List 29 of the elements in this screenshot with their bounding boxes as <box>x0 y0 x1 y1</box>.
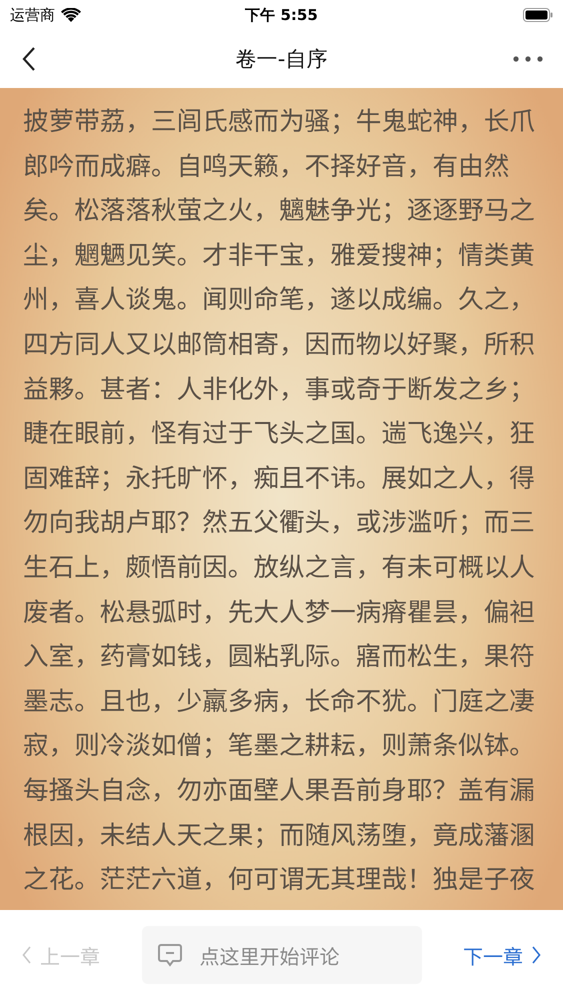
wifi-icon <box>61 8 81 22</box>
text-line: 墨志。且也，少羸多病，长命不犹。门庭之凄 <box>23 680 536 720</box>
text-line: 根因，未结人天之果；而随风荡堕，竟成藩溷 <box>23 814 536 854</box>
text-line: 睫在眼前，怪有过于飞头之国。遄飞逸兴，狂 <box>23 412 536 452</box>
chapter-title: 卷一-自序 <box>236 46 328 73</box>
text-line: 尘，魍魉见笑。才非干宝，雅爱搜神；情类黄 <box>23 234 536 274</box>
text-line: 披萝带荔，三闾氏感而为骚；牛鬼蛇神，长爪 <box>23 100 536 140</box>
text-line: 益夥。甚者：人非化外，事或奇于断发之乡； <box>23 368 536 408</box>
text-line: 州，喜人谈鬼。闻则命笔，遂以成编。久之， <box>23 278 536 318</box>
battery-icon <box>523 8 553 22</box>
text-line: 勿向我胡卢耶？然五父衢头，或涉滥听；而三 <box>23 501 536 542</box>
text-line: 固难辞；永托旷怀，痴且不讳。展如之人，得 <box>23 456 536 497</box>
back-icon[interactable] <box>22 46 36 72</box>
text-line: 寂，则冷淡如僧；笔墨之耕耘，则萧条似钵。 <box>23 724 536 764</box>
text-line: 郎吟而成癖。自鸣天籁，不择好音，有由然 <box>23 144 510 185</box>
more-icon[interactable] <box>513 56 543 62</box>
text-line: 废者。松悬弧时，先大人梦一病瘠瞿昙，偏袒 <box>23 590 536 631</box>
comment-field[interactable]: 点这里开始评论 <box>142 926 422 984</box>
next-chapter-button[interactable]: 下一章 <box>463 936 541 974</box>
chevron-right-icon <box>531 946 541 964</box>
text-line: 之花。茫茫六道，何可谓无其理哉！独是子夜 <box>23 858 536 898</box>
text-line: 矣。松落落秋萤之火，魑魅争光；逐逐野马之 <box>23 189 536 230</box>
text-line: 每搔头自念，勿亦面壁人果吾前身耶？盖有漏 <box>23 768 536 809</box>
text-line: 四方同人又以邮筒相寄，因而物以好聚，所积 <box>23 322 536 363</box>
chevron-left-icon <box>22 946 32 964</box>
carrier-name: 运营商 <box>10 6 55 24</box>
status-time: 下午 5:55 <box>245 6 318 24</box>
text-line: 入室，药膏如钱，圆粘乳际。寤而松生，果符 <box>23 635 536 676</box>
text-line: 生石上，颇悟前因。放纵之言，有未可概以人 <box>23 546 536 586</box>
